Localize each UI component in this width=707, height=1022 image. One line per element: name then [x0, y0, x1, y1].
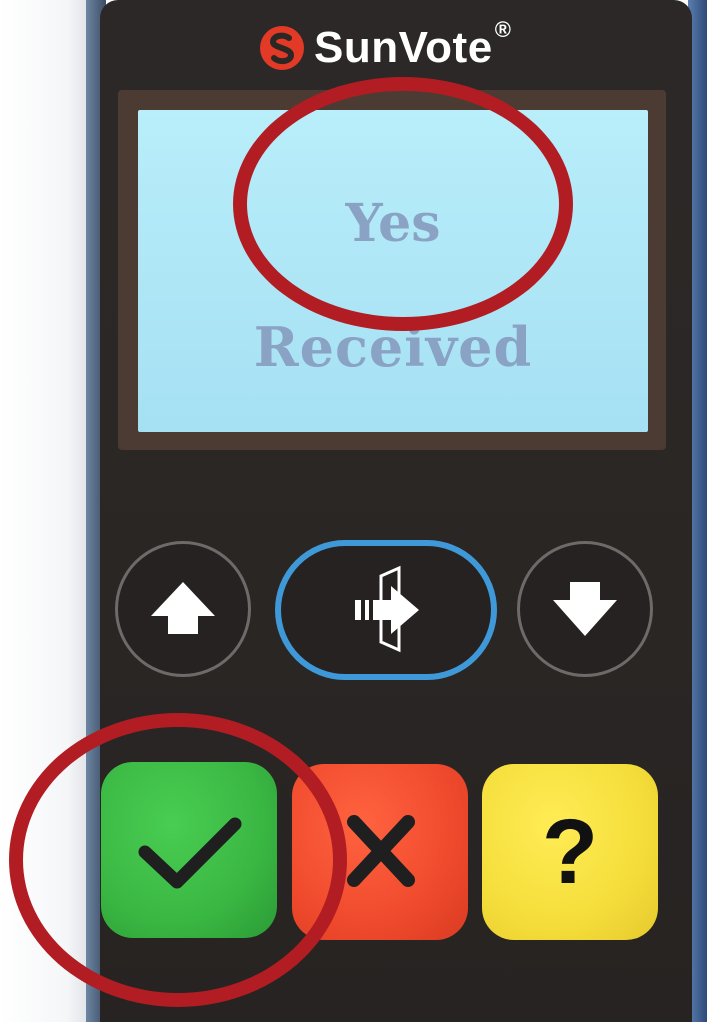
question-mark-icon: ?	[541, 801, 599, 903]
lcd-display: Yes Received	[138, 110, 648, 432]
registered-mark: ®	[494, 17, 511, 42]
checkmark-icon	[138, 817, 242, 889]
up-button[interactable]	[115, 541, 251, 677]
sunvote-logo-icon	[260, 26, 304, 70]
yes-key[interactable]	[101, 762, 277, 938]
display-received-text: Received	[253, 315, 533, 379]
abstain-key[interactable]: ?	[482, 764, 658, 940]
down-button[interactable]	[517, 541, 653, 677]
x-mark-icon	[347, 815, 415, 887]
arrow-down-icon	[553, 582, 617, 636]
display-yes-text: Yes	[345, 193, 441, 254]
brand-name: SunVote	[314, 23, 493, 72]
no-key[interactable]	[292, 764, 468, 940]
enter-door-icon	[355, 565, 419, 653]
brand-logo: SunVote ®	[258, 17, 511, 76]
enter-button[interactable]	[275, 540, 497, 680]
background-left	[0, 0, 96, 1022]
arrow-up-icon	[151, 582, 215, 634]
